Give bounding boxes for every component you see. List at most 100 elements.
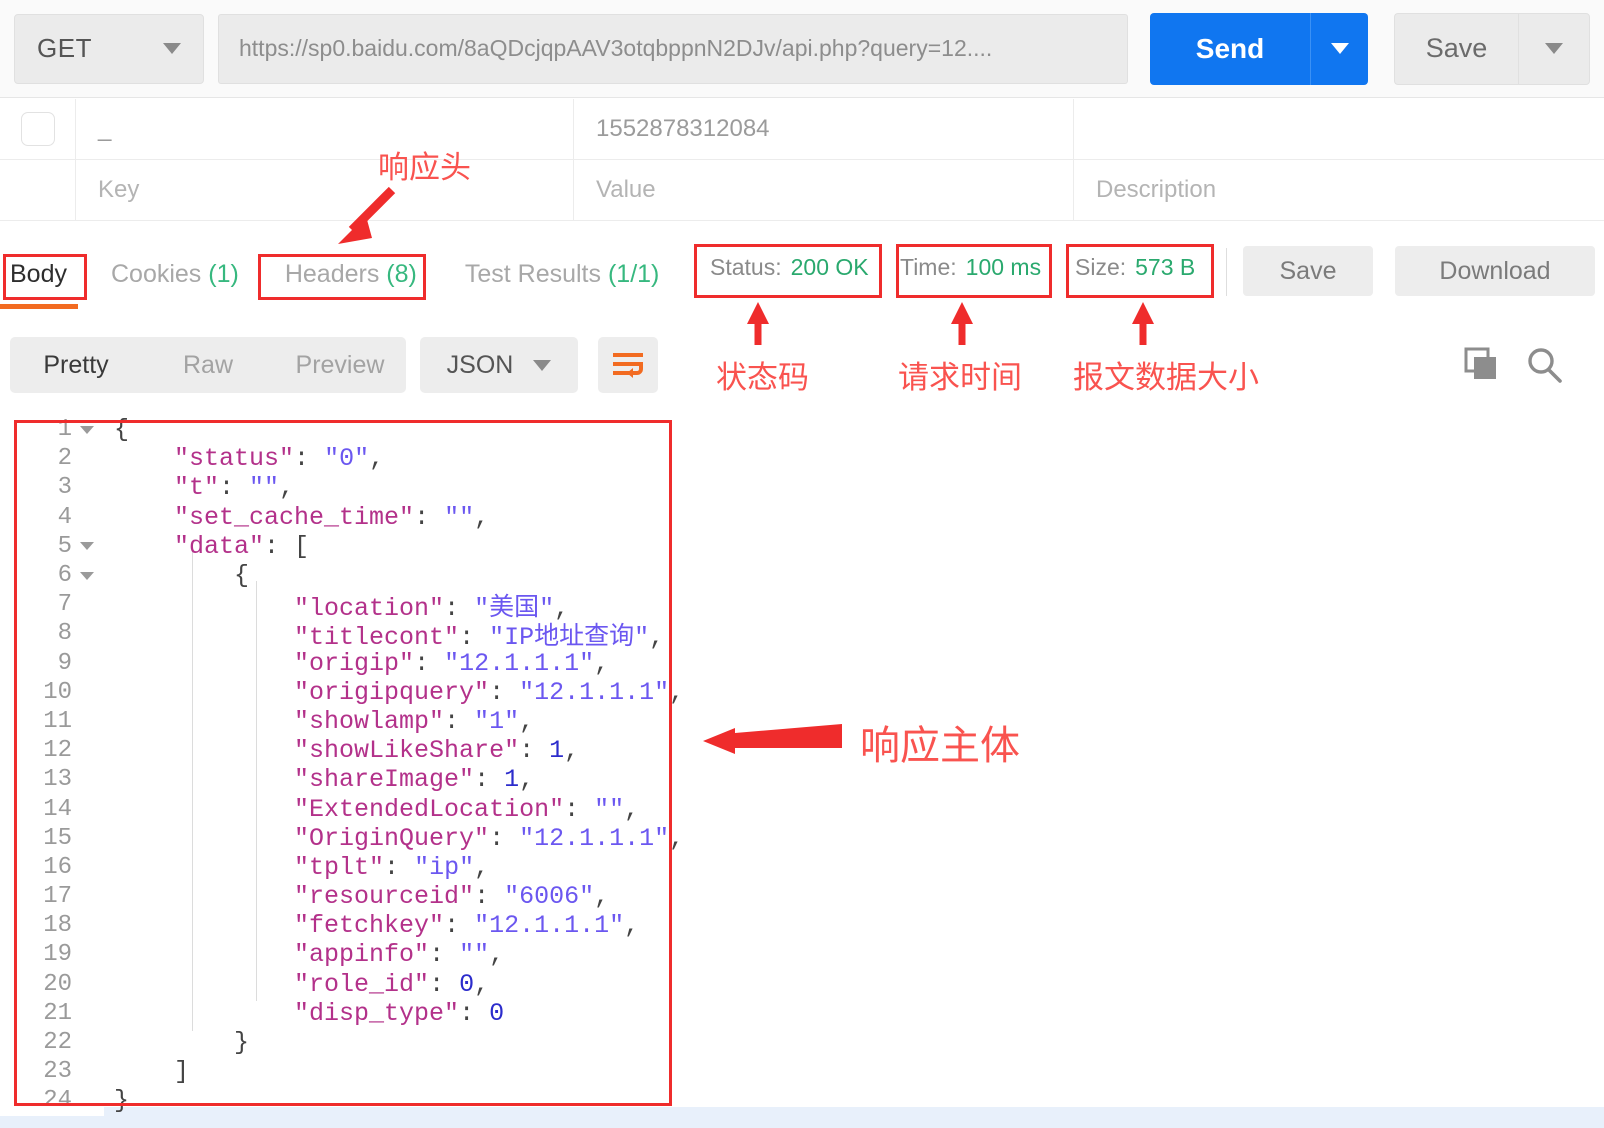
code-line[interactable]: 5 "data": [ xyxy=(0,531,1604,561)
code-text: "OriginQuery": "12.1.1.1", xyxy=(294,823,685,853)
fold-toggle-icon[interactable] xyxy=(80,425,94,434)
line-number: 15 xyxy=(0,823,104,853)
code-line[interactable]: 20 "role_id": 0, xyxy=(0,969,1604,999)
code-text: "role_id": 0, xyxy=(294,969,490,999)
code-line[interactable]: 11 "showlamp": "1", xyxy=(0,706,1604,737)
send-button[interactable]: Send xyxy=(1150,12,1310,85)
param-description-placeholder[interactable]: Description xyxy=(1074,160,1604,220)
annotation-label-request-time: 请求时间 xyxy=(898,360,1022,396)
tab-headers-count: (8) xyxy=(386,259,417,288)
save-request-button[interactable]: Save xyxy=(1394,12,1518,85)
code-line[interactable]: 23 ] xyxy=(0,1057,1604,1087)
line-number: 1 xyxy=(0,415,104,445)
code-line[interactable]: 8 "titlecont": "IP地址查询", xyxy=(0,619,1604,652)
code-text: { xyxy=(234,561,250,591)
line-number: 13 xyxy=(0,765,104,795)
param-value-placeholder[interactable]: Value xyxy=(574,160,1074,220)
tab-cookies[interactable]: Cookies (1) xyxy=(107,254,243,295)
tab-test-results-count: (1/1) xyxy=(607,259,660,288)
save-options-button[interactable] xyxy=(1518,12,1590,85)
line-number: 18 xyxy=(0,911,104,941)
param-checkbox[interactable] xyxy=(20,112,55,146)
meta-divider xyxy=(1226,248,1227,296)
status-badge: Status: 200 OK xyxy=(710,254,869,281)
param-description-cell[interactable] xyxy=(1074,99,1604,159)
url-input[interactable]: https://sp0.baidu.com/8aQDcjqpAAV3otqbpp… xyxy=(218,13,1128,84)
code-line[interactable]: 22 } xyxy=(0,1027,1604,1058)
code-text: "appinfo": "", xyxy=(294,940,505,970)
code-line[interactable]: 9 "origip": "12.1.1.1", xyxy=(0,648,1604,678)
tab-headers-label: Headers xyxy=(284,259,380,288)
fold-toggle-icon[interactable] xyxy=(80,571,94,580)
search-button[interactable] xyxy=(1524,345,1564,390)
line-number: 23 xyxy=(0,1057,104,1087)
code-text: "tplt": "ip", xyxy=(294,852,490,882)
annotation-label-response-body: 响应主体 xyxy=(860,723,1020,769)
line-number: 6 xyxy=(0,560,104,591)
code-line[interactable]: 13 "shareImage": 1, xyxy=(0,765,1604,795)
format-preview[interactable]: Preview xyxy=(274,351,406,380)
http-method-select[interactable]: GET xyxy=(14,13,204,84)
format-raw[interactable]: Raw xyxy=(142,351,274,380)
param-key-placeholder[interactable]: Key xyxy=(76,160,574,220)
response-body-editor[interactable]: 1{2 "status": "0", 3 "t": "", 4 "set_cache… xyxy=(0,415,1604,1128)
send-options-button[interactable] xyxy=(1310,12,1368,85)
code-line[interactable]: 3 "t": "", xyxy=(0,473,1604,503)
code-text: "status": "0", xyxy=(174,444,385,474)
line-number: 5 xyxy=(0,531,104,561)
size-value: 573 B xyxy=(1135,254,1196,280)
code-line[interactable]: 19 "appinfo": "", xyxy=(0,940,1604,970)
save-response-button[interactable]: Save xyxy=(1243,246,1373,296)
code-line[interactable]: 4 "set_cache_time": "", xyxy=(0,502,1604,532)
code-text: } xyxy=(234,1028,250,1058)
code-text: "showLikeShare": 1, xyxy=(294,736,580,766)
line-number: 21 xyxy=(0,998,104,1028)
line-number: 24 xyxy=(0,1086,104,1116)
code-line[interactable]: 12 "showLikeShare": 1, xyxy=(0,736,1604,766)
code-line[interactable]: 1{ xyxy=(0,415,1604,445)
param-key-cell[interactable]: _ xyxy=(76,99,574,159)
line-number: 12 xyxy=(0,736,104,766)
code-line[interactable]: 14 "ExtendedLocation": "", xyxy=(0,794,1604,824)
status-value: 200 OK xyxy=(790,254,869,280)
code-line[interactable]: 15 "OriginQuery": "12.1.1.1", xyxy=(0,823,1604,853)
fold-toggle-icon[interactable] xyxy=(80,542,94,551)
annotation-label-data-size: 报文数据大小 xyxy=(1073,360,1259,396)
annotation-label-headers: 响应头 xyxy=(378,150,471,186)
code-line[interactable]: 16 "tplt": "ip", xyxy=(0,852,1604,882)
code-text: "data": [ xyxy=(174,531,310,561)
code-line[interactable]: 24} xyxy=(0,1086,1604,1116)
tab-test-results[interactable]: Test Results (1/1) xyxy=(461,254,664,295)
code-text: "shareImage": 1, xyxy=(294,765,535,795)
word-wrap-button[interactable] xyxy=(598,337,658,393)
tab-headers[interactable]: Headers (8) xyxy=(281,254,421,295)
language-select[interactable]: JSON xyxy=(420,337,578,393)
code-line[interactable]: 21 "disp_type": 0 xyxy=(0,998,1604,1028)
code-text: "origipquery": "12.1.1.1", xyxy=(294,677,685,707)
code-text: "resourceid": "6006", xyxy=(294,882,610,912)
chevron-down-icon xyxy=(1545,43,1563,54)
code-text: ] xyxy=(174,1057,190,1087)
copy-button[interactable] xyxy=(1462,345,1500,388)
chevron-down-icon xyxy=(1330,43,1349,54)
tab-body[interactable]: Body xyxy=(6,254,71,295)
param-value-cell[interactable]: 1552878312084 xyxy=(574,99,1074,159)
language-label: JSON xyxy=(446,350,514,379)
copy-icon xyxy=(1464,347,1496,379)
table-row: _ 1552878312084 xyxy=(0,99,1604,160)
table-row-placeholder: Key Value Description xyxy=(0,160,1604,221)
code-line[interactable]: 18 "fetchkey": "12.1.1.1", xyxy=(0,911,1604,941)
format-pretty[interactable]: Pretty xyxy=(10,351,142,380)
size-badge: Size: 573 B xyxy=(1075,254,1195,281)
code-line[interactable]: 2 "status": "0", xyxy=(0,444,1604,474)
download-response-button[interactable]: Download xyxy=(1395,246,1595,296)
code-text: "t": "", xyxy=(174,473,295,503)
line-number: 20 xyxy=(0,969,104,999)
code-text: "origip": "12.1.1.1", xyxy=(294,648,610,678)
query-params-table: _ 1552878312084 Key Value Description xyxy=(0,99,1604,221)
time-badge: Time: 100 ms xyxy=(900,254,1041,281)
line-number: 2 xyxy=(0,444,104,474)
save-button-group: Save xyxy=(1394,12,1590,85)
code-line[interactable]: 10 "origipquery": "12.1.1.1", xyxy=(0,677,1604,707)
code-line[interactable]: 17 "resourceid": "6006", xyxy=(0,882,1604,912)
